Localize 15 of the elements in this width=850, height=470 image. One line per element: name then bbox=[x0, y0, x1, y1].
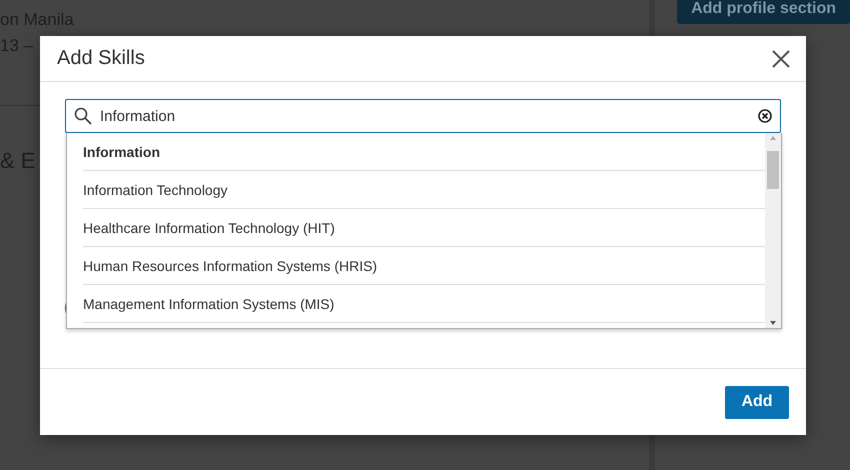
close-icon bbox=[772, 50, 790, 68]
suggestion-item[interactable]: Management Information Systems (MIS) bbox=[83, 285, 765, 323]
scrollbar-thumb[interactable] bbox=[767, 151, 779, 189]
close-button[interactable] bbox=[770, 48, 792, 70]
search-field[interactable]: Information bbox=[65, 99, 781, 133]
scrollbar[interactable] bbox=[765, 133, 781, 328]
add-button[interactable]: Add bbox=[725, 386, 789, 418]
search-icon bbox=[74, 107, 92, 125]
clear-icon[interactable] bbox=[758, 109, 772, 123]
suggestion-item[interactable]: Information Technology bbox=[83, 171, 765, 209]
suggestion-item[interactable]: Human Resources Information Systems (HRIS) bbox=[83, 247, 765, 285]
add-section-button[interactable]: Add profile section bbox=[677, 0, 850, 24]
suggestion-item[interactable]: Information bbox=[83, 133, 765, 171]
suggestion-item[interactable]: Healthcare Information Technology (HIT) bbox=[83, 209, 765, 247]
dialog-title: Add Skills bbox=[57, 47, 145, 70]
